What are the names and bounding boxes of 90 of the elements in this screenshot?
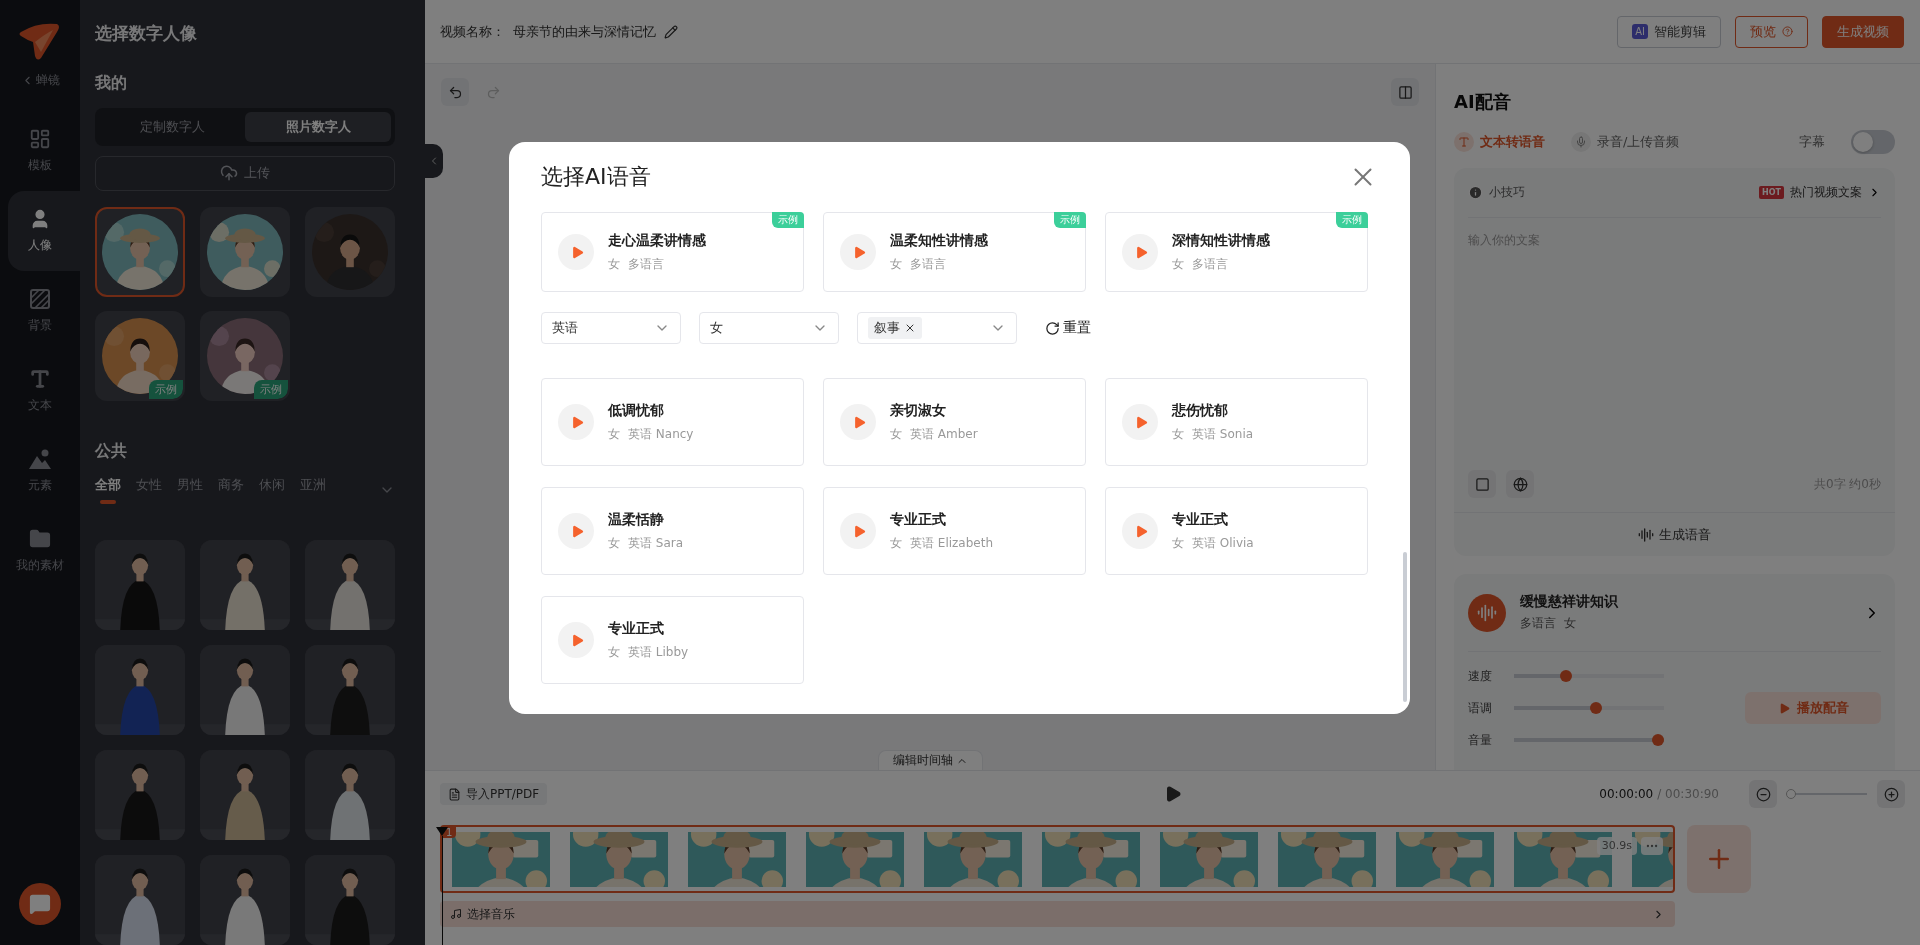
voice-language: 多语言 <box>1192 255 1228 273</box>
slider-label: 速度 <box>1468 667 1493 685</box>
example-badge: 示例 <box>1336 212 1368 228</box>
voice-language: 多语言 <box>910 255 946 273</box>
clip-duration: 30.9s <box>1596 837 1637 855</box>
example-badge: 示例 <box>772 212 804 228</box>
avatar-tile[interactable]: 示例 <box>95 311 185 401</box>
panel-title: 选择数字人像 <box>95 22 198 45</box>
voice-card[interactable]: 走心温柔讲情感 女 多语言 示例 <box>541 212 804 292</box>
voice-name: 低调忧郁 <box>608 401 665 420</box>
example-badge: 示例 <box>1054 212 1086 228</box>
segment-tab[interactable]: 定制数字人 <box>99 112 245 142</box>
timeline-tab[interactable]: 编辑时间轴 <box>877 750 983 770</box>
mode-tab[interactable]: 文本转语音 <box>1454 132 1545 152</box>
voice-language: 英语 Libby <box>628 643 689 661</box>
reset-button[interactable]: 重置 <box>1045 319 1091 337</box>
voice-name: 专业正式 <box>1172 510 1229 529</box>
voice-name: 专业正式 <box>608 619 665 638</box>
voice-gender: 女 <box>890 255 902 273</box>
generate-video-button[interactable]: 生成视频 <box>1822 15 1904 48</box>
panel-title: AI配音 <box>1454 90 1512 114</box>
voice-gender: 女 <box>608 643 620 661</box>
video-name-label: 视频名称： <box>440 22 505 41</box>
voice-gender: 女 <box>890 425 902 443</box>
slider-label: 音量 <box>1468 731 1493 749</box>
voice-name: 缓慢慈祥讲知识 <box>1520 593 1619 611</box>
filter-tag[interactable]: 叙事 <box>868 317 922 339</box>
import-button[interactable]: 导入PPT/PDF <box>440 783 548 805</box>
voice-card[interactable]: 温柔恬静 女 英语 Sara <box>541 487 804 575</box>
voice-gender: 女 <box>890 534 902 552</box>
tips-label: 小技巧 <box>1489 184 1525 201</box>
ai-badge: AI <box>1632 24 1648 39</box>
upload-button[interactable]: 上传 <box>95 155 395 191</box>
voice-gender: 女 <box>608 425 620 443</box>
slider-label: 语调 <box>1468 699 1493 717</box>
hot-badge: HOT <box>1759 186 1784 199</box>
voice-card[interactable]: 低调忧郁 女 英语 Nancy <box>541 378 804 466</box>
voice-language: 英语 Sara <box>628 534 684 552</box>
voice-name: 走心温柔讲情感 <box>608 231 706 250</box>
current-time: 00:00:00 <box>1599 787 1654 801</box>
example-badge: 示例 <box>149 380 183 399</box>
voice-card[interactable]: 悲伤忧郁 女 英语 Sonia <box>1105 378 1368 466</box>
example-badge: 示例 <box>254 380 288 399</box>
sidebar-item[interactable]: 人像 <box>8 191 80 271</box>
voice-gender: 女 <box>1172 255 1184 273</box>
voice-language: 英语 Olivia <box>1192 534 1254 552</box>
voice-card[interactable]: 专业正式 女 英语 Libby <box>541 596 804 684</box>
voice-gender: 女 <box>608 255 620 273</box>
dialog-title: 选择AI语音 <box>541 163 651 191</box>
section-title: 公共 <box>95 441 128 462</box>
voice-name: 温柔知性讲情感 <box>890 231 988 250</box>
voice-name: 深情知性讲情感 <box>1172 231 1270 250</box>
voice-language: 多语言 <box>628 255 664 273</box>
voice-gender: 女 <box>1172 425 1184 443</box>
voice-card[interactable]: 专业正式 女 英语 Elizabeth <box>823 487 1086 575</box>
avatar-tile[interactable]: 示例 <box>200 311 290 401</box>
voice-gender: 女 <box>1172 534 1184 552</box>
voice-name: 悲伤忧郁 <box>1172 401 1229 420</box>
tag-select[interactable]: 叙事 <box>857 312 1017 344</box>
voice-language: 多语言 <box>1520 615 1556 632</box>
filter-select[interactable]: 女 <box>699 312 839 344</box>
mode-tab[interactable]: 录音/上传音频 <box>1571 132 1680 152</box>
voice-card[interactable]: 专业正式 女 英语 Olivia <box>1105 487 1368 575</box>
play-voice-button[interactable]: 播放配音 <box>1745 692 1881 724</box>
hot-scripts-link[interactable]: 热门视频文案 <box>1790 184 1862 201</box>
voice-gender: 女 <box>1564 615 1576 632</box>
voice-card[interactable]: 温柔知性讲情感 女 多语言 示例 <box>823 212 1086 292</box>
voice-name: 温柔恬静 <box>608 510 665 529</box>
sidebar-item[interactable]: 文本 <box>8 351 80 431</box>
preview-button[interactable]: 预览 <box>1735 15 1808 48</box>
subtitle-label: 字幕 <box>1799 133 1825 151</box>
video-clip[interactable]: 1 30.9s <box>440 825 1675 893</box>
voice-language: 英语 Elizabeth <box>910 534 994 552</box>
voice-language: 英语 Nancy <box>628 425 694 443</box>
voice-gender: 女 <box>608 534 620 552</box>
generate-voice-button[interactable]: 生成语音 <box>1454 512 1895 556</box>
voice-name: 亲切淑女 <box>890 401 947 420</box>
section-title: 我的 <box>95 73 128 94</box>
voice-card[interactable]: 深情知性讲情感 女 多语言 示例 <box>1105 212 1368 292</box>
voice-name: 专业正式 <box>890 510 947 529</box>
category-tab[interactable]: 全部 <box>95 476 121 504</box>
video-name: 母亲节的由来与深情记忆 <box>513 22 656 41</box>
music-track[interactable]: 选择音乐 <box>440 901 1675 927</box>
smart-edit-button[interactable]: AI 智能剪辑 <box>1617 15 1721 48</box>
voice-language: 英语 Amber <box>910 425 978 443</box>
voice-card[interactable]: 亲切淑女 女 英语 Amber <box>823 378 1086 466</box>
voice-language: 英语 Sonia <box>1192 425 1254 443</box>
segment-tab[interactable]: 照片数字人 <box>245 112 391 142</box>
sidebar-item[interactable]: 模板 <box>8 111 80 191</box>
filter-select[interactable]: 英语 <box>541 312 681 344</box>
